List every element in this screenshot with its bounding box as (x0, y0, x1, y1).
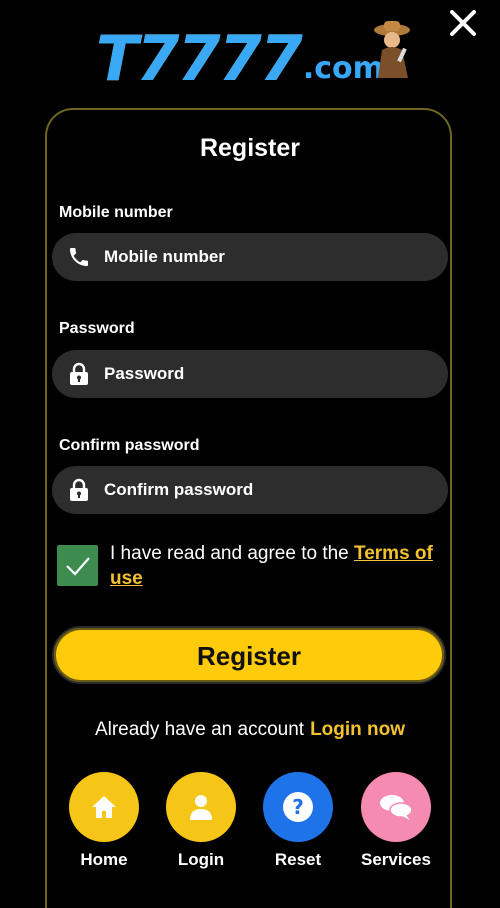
lock-icon (66, 477, 92, 503)
confirm-password-input[interactable] (102, 465, 448, 515)
phone-icon (66, 244, 92, 270)
terms-checkbox[interactable] (57, 545, 98, 586)
login-question: Already have an account (94, 719, 305, 740)
mobile-input[interactable] (102, 232, 448, 282)
password-input[interactable] (102, 349, 448, 399)
mobile-label: Mobile number (59, 204, 173, 221)
login-now-link[interactable]: Login now (310, 719, 405, 740)
nav-reset[interactable]: ? Reset (253, 772, 343, 870)
close-icon[interactable] (446, 6, 480, 40)
confirm-password-field[interactable] (52, 465, 448, 515)
nav-home-label: Home (80, 850, 128, 869)
nav-reset-label: Reset (274, 850, 322, 869)
password-label: Password (59, 320, 135, 337)
question-icon: ? (263, 772, 333, 842)
svg-text:?: ? (292, 795, 304, 819)
confirm-password-label: Confirm password (59, 437, 200, 454)
nav-home[interactable]: Home (59, 772, 149, 870)
terms-text: I have read and agree to the Terms of us… (110, 541, 445, 591)
logo-text: T7777 (96, 22, 303, 95)
chat-icon (361, 772, 431, 842)
nav-login-label: Login (177, 850, 225, 869)
terms-prefix: I have read and agree to the (110, 543, 355, 564)
register-button[interactable]: Register (52, 626, 446, 684)
user-icon (166, 772, 236, 842)
home-icon (69, 772, 139, 842)
checkmark-icon (65, 556, 90, 576)
form-title: Register (199, 134, 301, 162)
login-prompt: Already have an account Login now (0, 719, 500, 741)
cowboy-mascot-icon (374, 21, 410, 78)
lock-icon (66, 361, 92, 387)
nav-login[interactable]: Login (156, 772, 246, 870)
nav-services[interactable]: Services (351, 772, 441, 870)
site-logo: T7777 .com (96, 18, 416, 90)
nav-services-label: Services (361, 850, 431, 869)
mobile-field[interactable] (52, 232, 448, 282)
password-field[interactable] (52, 349, 448, 399)
bottom-nav: Home Login ? Reset Services (0, 772, 500, 872)
